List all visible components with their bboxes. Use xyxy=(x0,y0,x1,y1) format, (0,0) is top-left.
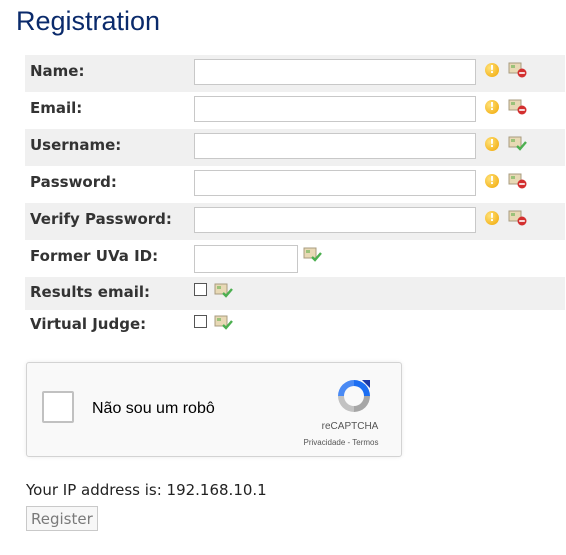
recaptcha-widget: Não sou um robô reCAPTCHA Privacidade - … xyxy=(26,362,402,457)
email-input[interactable] xyxy=(194,96,476,122)
field-valid-icon xyxy=(214,315,233,330)
ip-address-text: Your IP address is: 192.168.10.1 xyxy=(26,481,267,499)
username-row: Username: ! xyxy=(25,129,565,166)
former-uva-id-input[interactable] xyxy=(194,245,298,273)
results-email-checkbox[interactable] xyxy=(194,283,207,296)
name-input[interactable] xyxy=(194,59,476,85)
virtual-judge-checkbox[interactable] xyxy=(194,315,207,328)
warning-icon: ! xyxy=(485,174,499,188)
recaptcha-label: Não sou um robô xyxy=(92,400,215,417)
field-valid-icon xyxy=(508,136,527,151)
verify-password-label: Verify Password: xyxy=(30,210,172,228)
password-label: Password: xyxy=(30,173,117,191)
warning-icon: ! xyxy=(485,63,499,77)
verify-password-input[interactable] xyxy=(194,207,476,233)
recaptcha-logo-icon xyxy=(338,380,370,412)
field-invalid-icon xyxy=(508,62,527,78)
field-invalid-icon xyxy=(508,173,527,189)
field-valid-icon xyxy=(214,283,233,298)
warning-icon: ! xyxy=(485,211,499,225)
recaptcha-checkbox[interactable] xyxy=(42,391,74,423)
warning-icon: ! xyxy=(485,100,499,114)
recaptcha-links[interactable]: Privacidade - Termos xyxy=(289,438,393,447)
former-uva-id-row: Former UVa ID: xyxy=(25,240,565,277)
verify-password-row: Verify Password: ! xyxy=(25,203,565,240)
registration-form: Name: ! Email: ! Username: ! Password: !… xyxy=(25,55,565,342)
name-row: Name: ! xyxy=(25,55,565,92)
recaptcha-brand: reCAPTCHA xyxy=(321,421,379,432)
field-valid-icon xyxy=(303,247,322,262)
results-email-row: Results email: xyxy=(25,277,565,310)
field-invalid-icon xyxy=(508,210,527,226)
warning-icon: ! xyxy=(485,137,499,151)
email-label: Email: xyxy=(30,99,83,117)
name-label: Name: xyxy=(30,62,85,80)
results-email-label: Results email: xyxy=(30,283,150,301)
field-invalid-icon xyxy=(508,99,527,115)
virtual-judge-row: Virtual Judge: xyxy=(25,310,565,342)
former-uva-id-label: Former UVa ID: xyxy=(30,247,159,265)
register-button[interactable]: Register xyxy=(26,506,98,531)
username-label: Username: xyxy=(30,136,122,154)
username-input[interactable] xyxy=(194,133,476,159)
virtual-judge-label: Virtual Judge: xyxy=(30,315,147,333)
email-row: Email: ! xyxy=(25,92,565,129)
page-title: Registration xyxy=(16,6,161,36)
password-row: Password: ! xyxy=(25,166,565,203)
password-input[interactable] xyxy=(194,170,476,196)
